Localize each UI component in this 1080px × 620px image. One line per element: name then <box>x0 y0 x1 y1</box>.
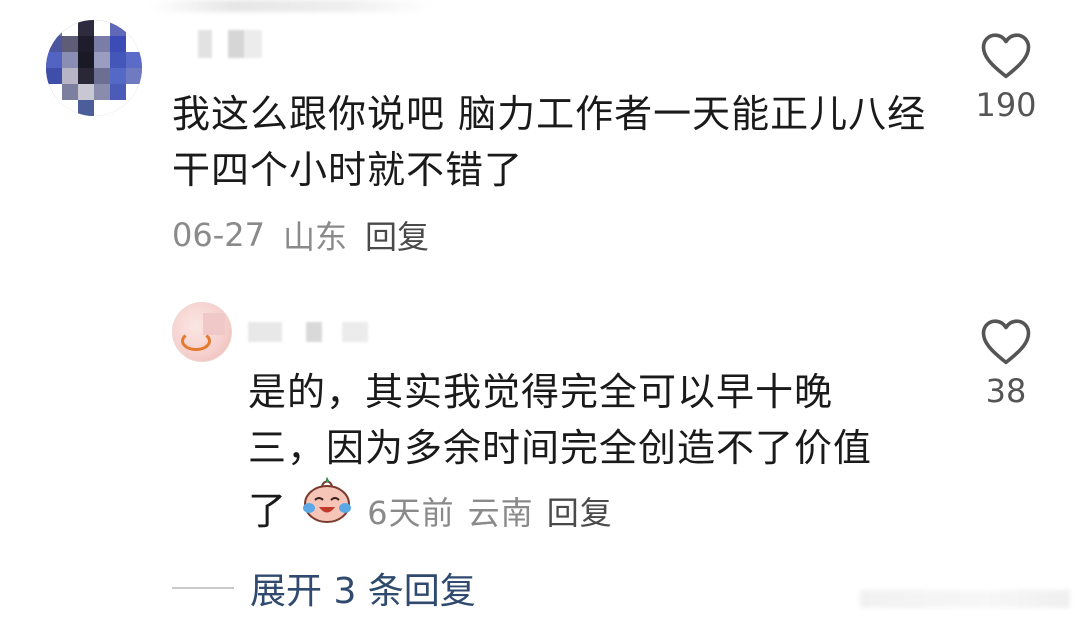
commenter-name-obscured[interactable] <box>198 30 262 58</box>
reply-reply-button[interactable]: 回复 <box>547 494 613 532</box>
heart-outline-icon <box>981 33 1031 79</box>
comment-meta: 06-27 山东 回复 <box>172 212 429 258</box>
obscured-previous-content <box>150 0 430 12</box>
like-count: 190 <box>975 86 1037 124</box>
avatar-blur-patch <box>203 313 225 335</box>
expand-replies-button[interactable]: 展开 3 条回复 <box>172 562 476 614</box>
comment-date: 06-27 <box>172 216 265 254</box>
reply-text: 是的，其实我觉得完全可以早十晚 三，因为多余时间完全创造不了价值 了 6天前 云… <box>248 364 938 541</box>
reply-date: 6天前 <box>367 494 455 532</box>
expand-divider <box>172 587 234 589</box>
reply-text-line: 是的，其实我觉得完全可以早十晚 <box>248 370 834 414</box>
expand-replies-label: 展开 3 条回复 <box>250 571 476 612</box>
reply-text-line: 三，因为多余时间完全创造不了价值 <box>248 426 873 470</box>
reply-location: 云南 <box>467 494 534 532</box>
crying-laughing-emoji-icon <box>300 476 354 524</box>
reply-text-line: 了 <box>248 489 288 533</box>
commenter-avatar[interactable] <box>46 20 142 116</box>
reply-button[interactable]: 回复 <box>365 212 429 258</box>
reply-like-button[interactable]: 38 <box>966 316 1046 410</box>
reply-like-count: 38 <box>985 372 1027 410</box>
like-button[interactable]: 190 <box>966 30 1046 124</box>
comment-location: 山东 <box>282 218 347 256</box>
heart-outline-icon <box>981 319 1031 365</box>
reply-last-line: 了 6天前 云南 回复 <box>248 476 938 541</box>
avatar-mosaic <box>46 20 142 116</box>
watermark-obscured <box>860 590 1070 608</box>
comment-text: 我这么跟你说吧 脑力工作者一天能正儿八经干四个小时就不错了 <box>172 92 927 192</box>
replier-name-obscured[interactable] <box>248 322 368 342</box>
shrimp-icon <box>181 331 211 351</box>
replier-avatar[interactable] <box>172 302 232 362</box>
